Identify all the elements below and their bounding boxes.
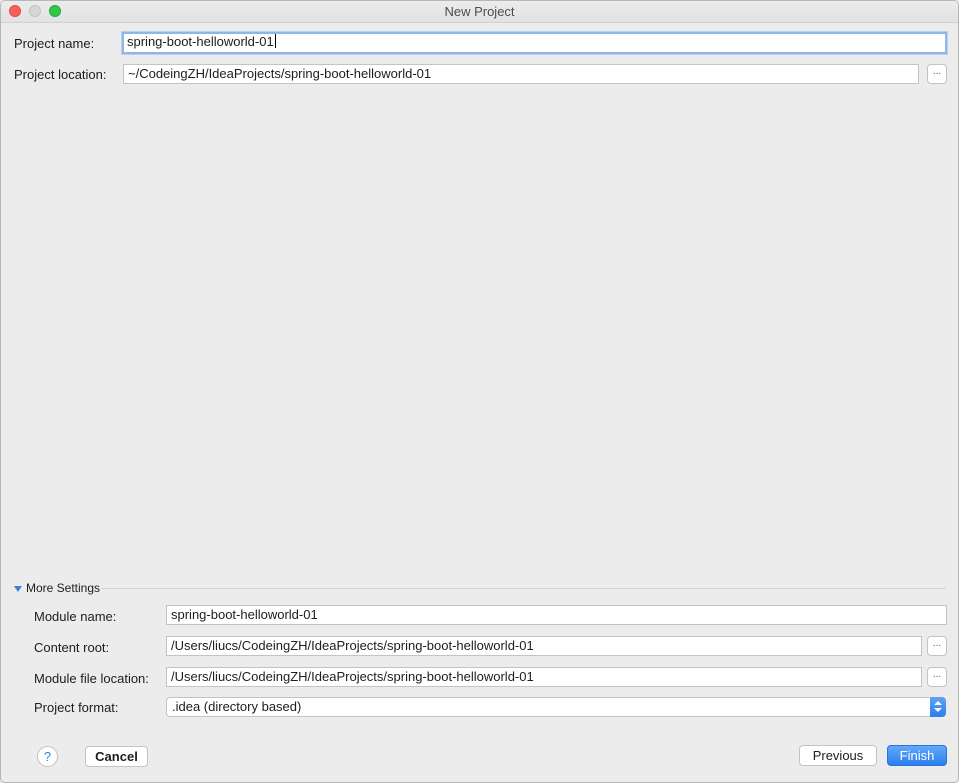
module-name-label: Module name:	[34, 609, 117, 624]
module-file-location-browse-button[interactable]: ...	[927, 667, 947, 687]
module-file-location-field[interactable]: /Users/liucs/CodeingZH/IdeaProjects/spri…	[166, 667, 922, 687]
project-format-value: .idea (directory based)	[172, 699, 302, 714]
expand-triangle-icon[interactable]	[14, 586, 22, 592]
minimize-window-button[interactable]	[29, 5, 41, 17]
maximize-window-button[interactable]	[49, 5, 61, 17]
select-arrows-icon	[930, 697, 946, 717]
window-title: New Project	[444, 4, 515, 19]
content-root-browse-button[interactable]: ...	[927, 636, 947, 656]
cancel-button[interactable]: Cancel	[85, 746, 148, 767]
project-name-field[interactable]: spring-boot-helloworld-01	[122, 32, 947, 54]
project-location-browse-button[interactable]: ...	[927, 64, 947, 84]
title-bar: New Project	[1, 1, 958, 23]
close-window-button[interactable]	[9, 5, 21, 17]
module-file-location-label: Module file location:	[34, 671, 149, 686]
finish-button[interactable]: Finish	[887, 745, 947, 766]
content-root-label: Content root:	[34, 640, 110, 655]
project-location-field[interactable]: ~/CodeingZH/IdeaProjects/spring-boot-hel…	[123, 64, 919, 84]
project-name-label: Project name:	[14, 36, 95, 51]
project-format-label: Project format:	[34, 700, 119, 715]
previous-button[interactable]: Previous	[799, 745, 877, 766]
project-format-select[interactable]: .idea (directory based)	[166, 697, 946, 717]
help-button[interactable]: ?	[37, 746, 58, 767]
section-divider	[101, 588, 946, 589]
project-location-label: Project location:	[14, 67, 107, 82]
more-settings-toggle[interactable]: More Settings	[26, 581, 100, 595]
content-root-field[interactable]: /Users/liucs/CodeingZH/IdeaProjects/spri…	[166, 636, 922, 656]
text-caret	[274, 34, 276, 48]
module-name-field[interactable]: spring-boot-helloworld-01	[166, 605, 947, 625]
project-name-value: spring-boot-helloworld-01	[127, 34, 274, 49]
new-project-dialog: New Project Project name: spring-boot-he…	[0, 0, 959, 783]
